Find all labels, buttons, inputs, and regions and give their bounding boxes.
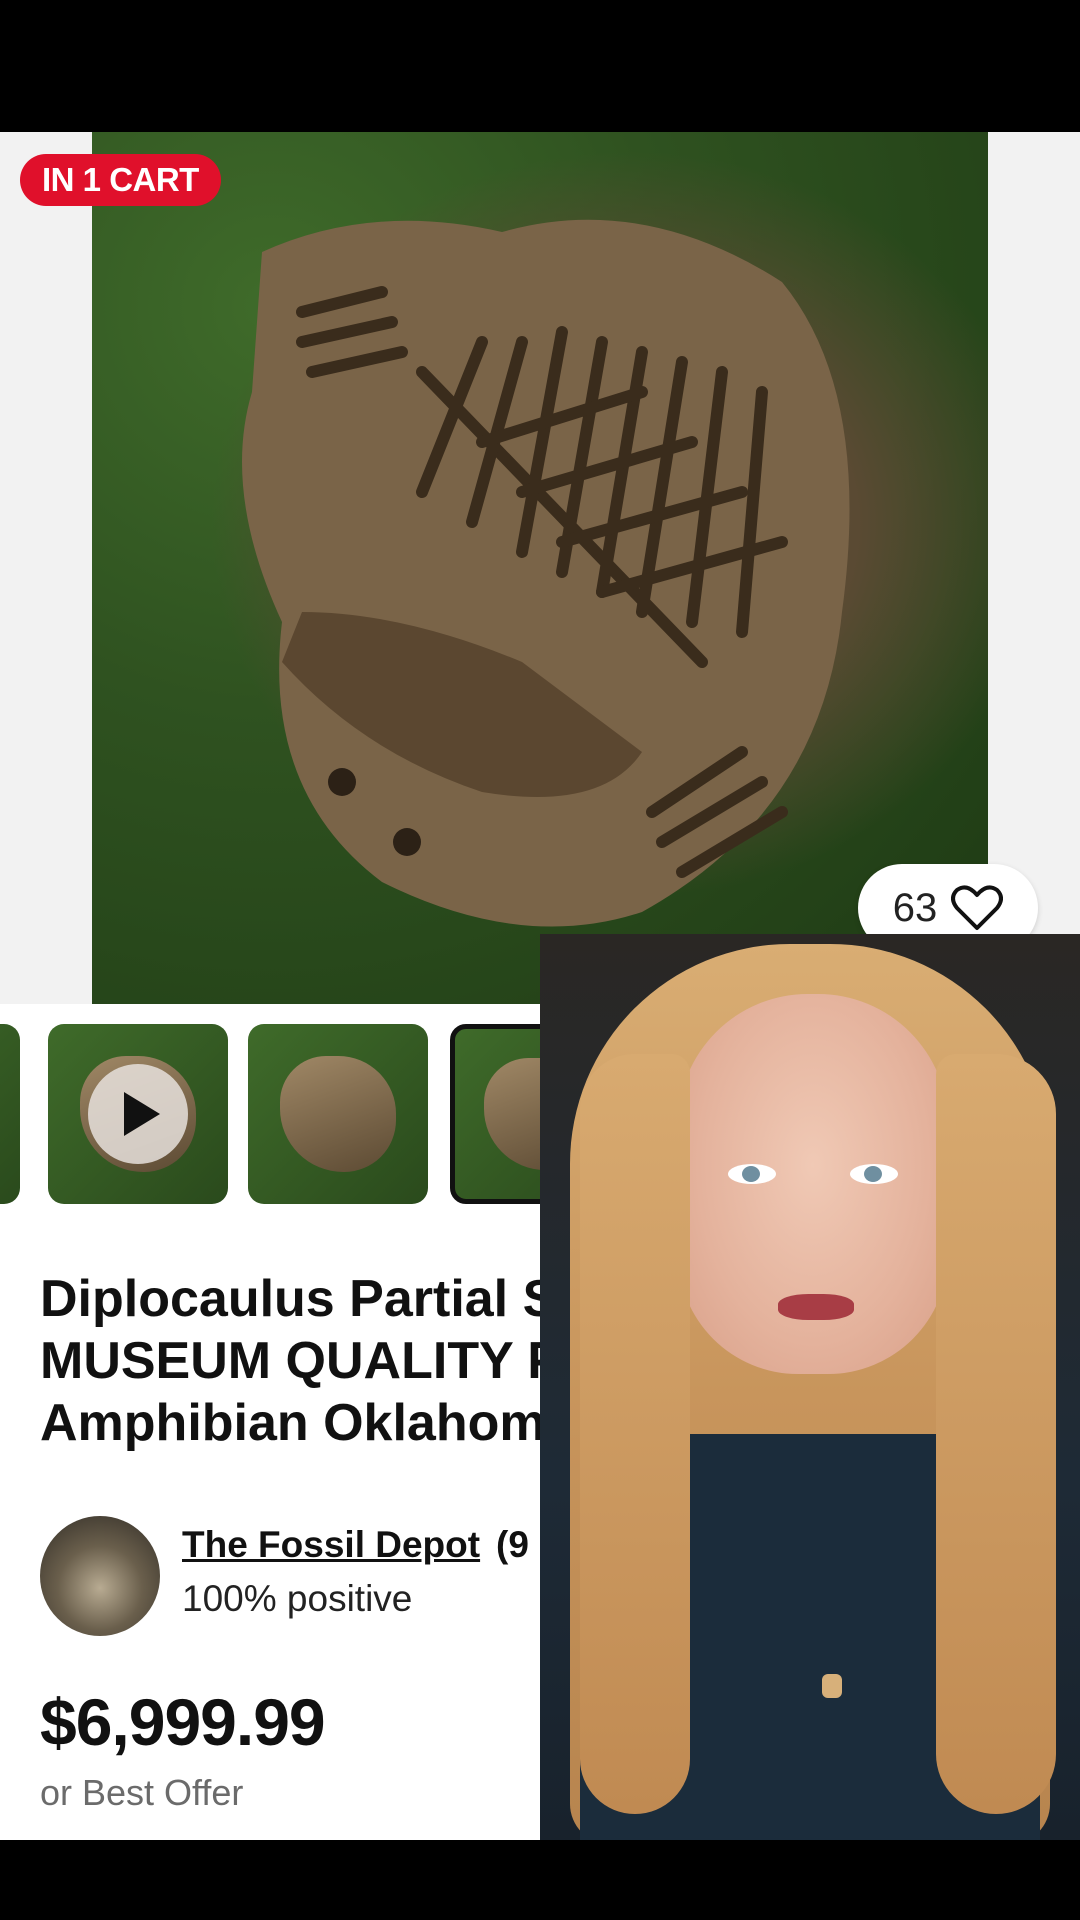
right-eye xyxy=(850,1164,898,1184)
seller-avatar[interactable] xyxy=(40,1516,160,1636)
necklace-pendant xyxy=(822,1674,842,1698)
seller-name-link[interactable]: The Fossil Depot xyxy=(182,1524,480,1566)
watch-count: 63 xyxy=(892,885,938,930)
hero-image[interactable] xyxy=(92,132,988,1004)
lips xyxy=(778,1294,854,1320)
top-black-bar xyxy=(0,0,1080,132)
seller-rating: 100% positive xyxy=(182,1578,413,1619)
hair-left xyxy=(580,1054,690,1814)
heart-icon xyxy=(951,885,1004,931)
price: $6,999.99 xyxy=(40,1685,326,1759)
seller-feedback-count: (9 xyxy=(496,1524,529,1565)
thumbnail-video[interactable] xyxy=(48,1024,228,1204)
best-offer-label: or Best Offer xyxy=(40,1772,244,1813)
in-cart-badge: IN 1 CART xyxy=(20,154,221,206)
hero-gallery[interactable]: IN 1 CART 63 xyxy=(0,132,1080,1004)
play-icon[interactable] xyxy=(88,1064,188,1164)
face xyxy=(678,994,948,1374)
fossil-illustration xyxy=(242,219,850,927)
creator-video-overlay xyxy=(540,934,1080,1840)
left-eye xyxy=(728,1164,776,1184)
thumbnail-2[interactable] xyxy=(248,1024,428,1204)
thumbnail-partial[interactable] xyxy=(0,1024,20,1204)
bottom-black-bar xyxy=(0,1840,1080,1920)
hair-right xyxy=(936,1054,1056,1814)
